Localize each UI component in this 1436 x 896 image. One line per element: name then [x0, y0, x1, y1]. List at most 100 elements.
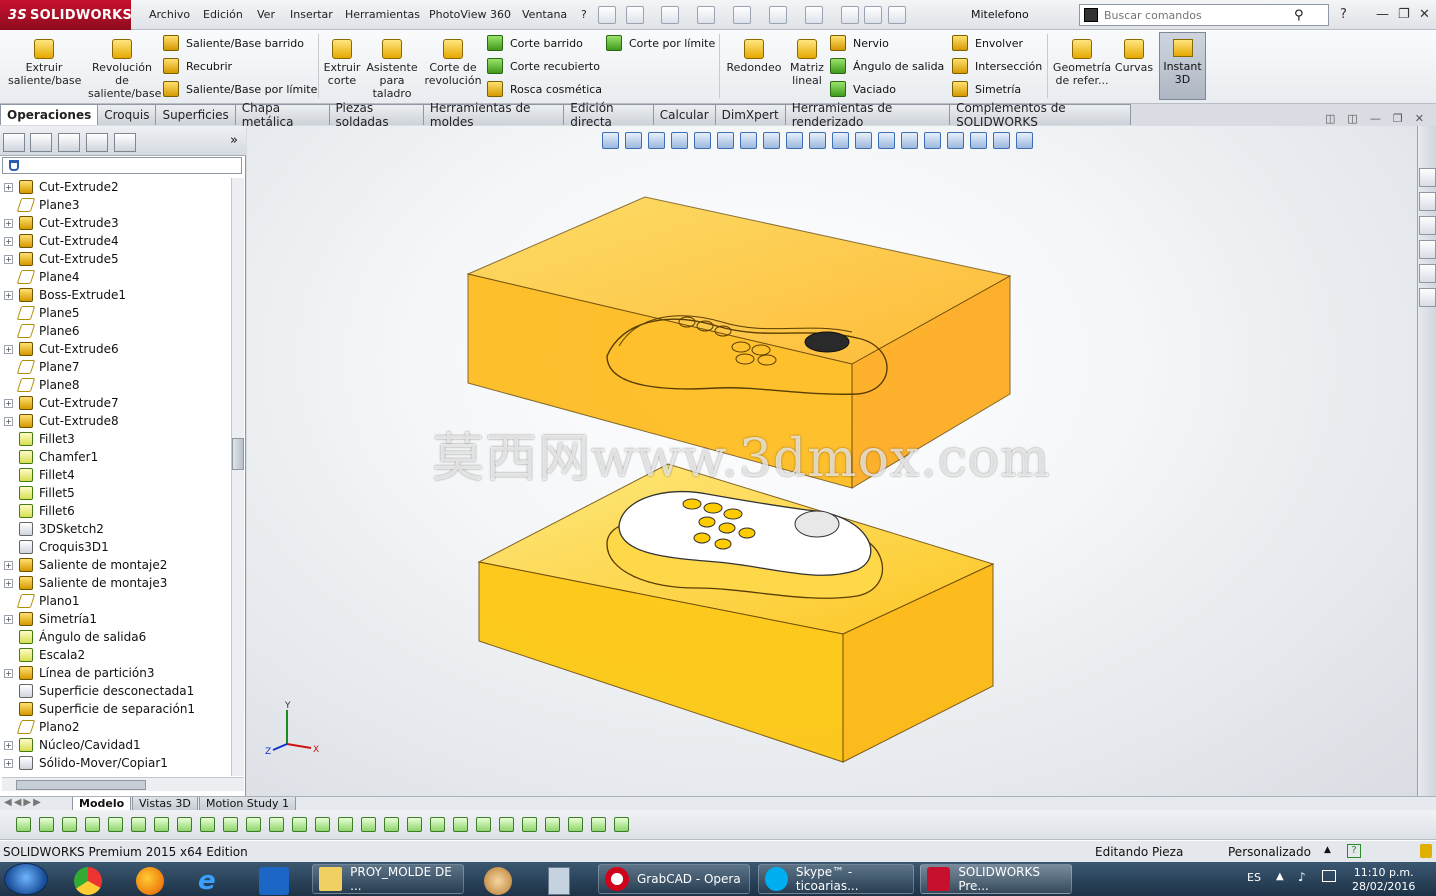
tree-item[interactable]: Plane4 [4, 268, 230, 286]
menu-ver[interactable]: Ver [257, 8, 275, 21]
new-document-icon[interactable] [626, 6, 644, 24]
expand-icon[interactable]: + [4, 740, 13, 750]
design-library-icon[interactable] [1419, 192, 1436, 211]
viewport-minimize-icon[interactable]: — [1370, 112, 1381, 125]
tab-chapa-metalica[interactable]: Chapa metálica [234, 101, 330, 129]
file-explorer-icon[interactable] [1419, 216, 1436, 235]
volume-icon[interactable]: ♪ [1298, 870, 1306, 884]
tree-item[interactable]: Plane8 [4, 376, 230, 394]
tree-item[interactable]: + Boss-Extrude1 [4, 286, 230, 304]
expand-icon[interactable]: + [4, 254, 13, 264]
tile-view-icon[interactable]: ◫ [1347, 112, 1357, 125]
selection-filter-icon[interactable] [269, 817, 284, 832]
chrome-icon[interactable] [74, 867, 102, 895]
display-manager-tab-icon[interactable] [114, 133, 136, 152]
expand-icon[interactable]: + [4, 560, 13, 570]
pin-icon[interactable] [598, 6, 616, 24]
paint-icon[interactable] [484, 867, 512, 895]
selection-filter-icon[interactable] [246, 817, 261, 832]
tab-dimxpert[interactable]: DimXpert [714, 104, 786, 125]
solidworks-resources-icon[interactable] [1419, 168, 1436, 187]
tab-herramientas-de-renderizado[interactable]: Herramientas de renderizado [784, 101, 951, 129]
tab-calcular[interactable]: Calcular [652, 104, 716, 125]
filter-clear-icon[interactable] [62, 817, 77, 832]
tree-item[interactable]: + Cut-Extrude8 [4, 412, 230, 430]
extruded-boss-button[interactable]: Extruir saliente/base [8, 34, 81, 87]
tab-croquis[interactable]: Croquis [97, 104, 157, 125]
lofted-cut-button[interactable]: Corte recubierto [487, 57, 602, 75]
viewport-close-icon[interactable]: ✕ [1415, 112, 1424, 125]
appearances-icon[interactable] [1419, 264, 1436, 283]
tree-item[interactable]: Fillet6 [4, 502, 230, 520]
view-palette-icon[interactable] [1419, 240, 1436, 259]
graphics-area[interactable]: ◫ ◫ — ❐ ✕ 莫西网www.3dmox.com Y X Z [247, 112, 1424, 796]
menu-herramientas[interactable]: Herramientas [345, 8, 420, 21]
selection-filter-icon[interactable] [315, 817, 330, 832]
tab-superficies[interactable]: Superficies [155, 104, 236, 125]
tree-item[interactable]: Plane5 [4, 304, 230, 322]
options-icon[interactable] [888, 6, 906, 24]
tree-item[interactable]: + Sólido-Mover/Copiar1 [4, 754, 230, 772]
select-other-icon[interactable] [131, 817, 146, 832]
menu-ventana[interactable]: Ventana [522, 8, 567, 21]
tab-complementos-de-solidworks[interactable]: Complementos de SOLIDWORKS [949, 101, 1131, 129]
hole-wizard-button[interactable]: Asistente para taladro [366, 34, 418, 100]
rib-button[interactable]: Nervio [830, 34, 944, 52]
selection-filter-icon[interactable] [177, 817, 192, 832]
calculator-icon[interactable] [548, 867, 570, 895]
tree-item[interactable]: Plano1 [4, 592, 230, 610]
expand-icon[interactable]: + [4, 290, 13, 300]
language-indicator[interactable]: ES [1247, 871, 1261, 884]
swept-boss-button[interactable]: Saliente/Base barrido [163, 34, 317, 52]
cosmetic-thread-button[interactable]: Rosca cosmética [487, 80, 602, 98]
intersect-button[interactable]: Intersección [952, 57, 1042, 75]
selection-filter-icon[interactable] [430, 817, 445, 832]
tab-edicion-directa[interactable]: Edición directa [563, 101, 654, 129]
selection-filter-icon[interactable] [591, 817, 606, 832]
selection-filter-icon[interactable] [223, 817, 238, 832]
expand-icon[interactable]: + [4, 218, 13, 228]
revolved-boss-button[interactable]: Revolución de saliente/base [88, 34, 161, 100]
close-icon[interactable]: ✕ [1419, 7, 1430, 22]
core-block[interactable] [477, 463, 995, 763]
taskbar-item-solidworks[interactable]: SOLIDWORKS Pre... [920, 864, 1072, 894]
tree-item[interactable]: Fillet5 [4, 484, 230, 502]
loft-button[interactable]: Recubrir [163, 57, 317, 75]
tab-modelo[interactable]: Modelo [72, 797, 132, 811]
firefox-icon[interactable] [136, 867, 164, 895]
tree-item[interactable]: + Línea de partición3 [4, 664, 230, 682]
tree-item[interactable]: Superficie de separación1 [4, 700, 230, 718]
menu-help[interactable]: ? [581, 8, 587, 21]
selection-filter-icon[interactable] [568, 817, 583, 832]
linear-pattern-button[interactable]: Matriz lineal [788, 34, 826, 87]
outlook-icon[interactable] [259, 867, 289, 895]
selection-filter-icon[interactable] [338, 817, 353, 832]
tree-item[interactable]: + Saliente de montaje3 [4, 574, 230, 592]
selection-filter-icon[interactable] [476, 817, 491, 832]
tree-item[interactable]: Fillet4 [4, 466, 230, 484]
selection-filter-icon[interactable] [522, 817, 537, 832]
selection-filter-icon[interactable] [292, 817, 307, 832]
selection-filter-icon[interactable] [407, 817, 422, 832]
save-icon[interactable] [697, 6, 715, 24]
menu-edicion[interactable]: Edición [203, 8, 243, 21]
tree-item[interactable]: + Cut-Extrude5 [4, 250, 230, 268]
selection-filter-icon[interactable] [154, 817, 169, 832]
scroll-thumb[interactable] [232, 438, 244, 470]
tab-operaciones[interactable]: Operaciones [0, 104, 99, 125]
expand-icon[interactable]: + [4, 578, 13, 588]
expand-icon[interactable]: + [4, 416, 13, 426]
pencil-icon[interactable] [1420, 844, 1432, 858]
tree-item[interactable]: + Cut-Extrude7 [4, 394, 230, 412]
tree-item[interactable]: Plano2 [4, 718, 230, 736]
select-dropdown-icon[interactable] [108, 817, 123, 832]
restore-icon[interactable]: ❐ [1398, 7, 1410, 22]
tab-piezas-soldadas[interactable]: Piezas soldadas [328, 101, 424, 129]
mirror-button[interactable]: Simetría [952, 80, 1042, 98]
tree-item[interactable]: Superficie desconectada1 [4, 682, 230, 700]
system-clock[interactable]: 11:10 p.m. 28/02/2016 [1352, 866, 1415, 894]
curves-button[interactable]: Curvas [1114, 34, 1154, 74]
tree-item[interactable]: Plane6 [4, 322, 230, 340]
selection-filter-icon[interactable] [384, 817, 399, 832]
tree-item[interactable]: + Cut-Extrude4 [4, 232, 230, 250]
